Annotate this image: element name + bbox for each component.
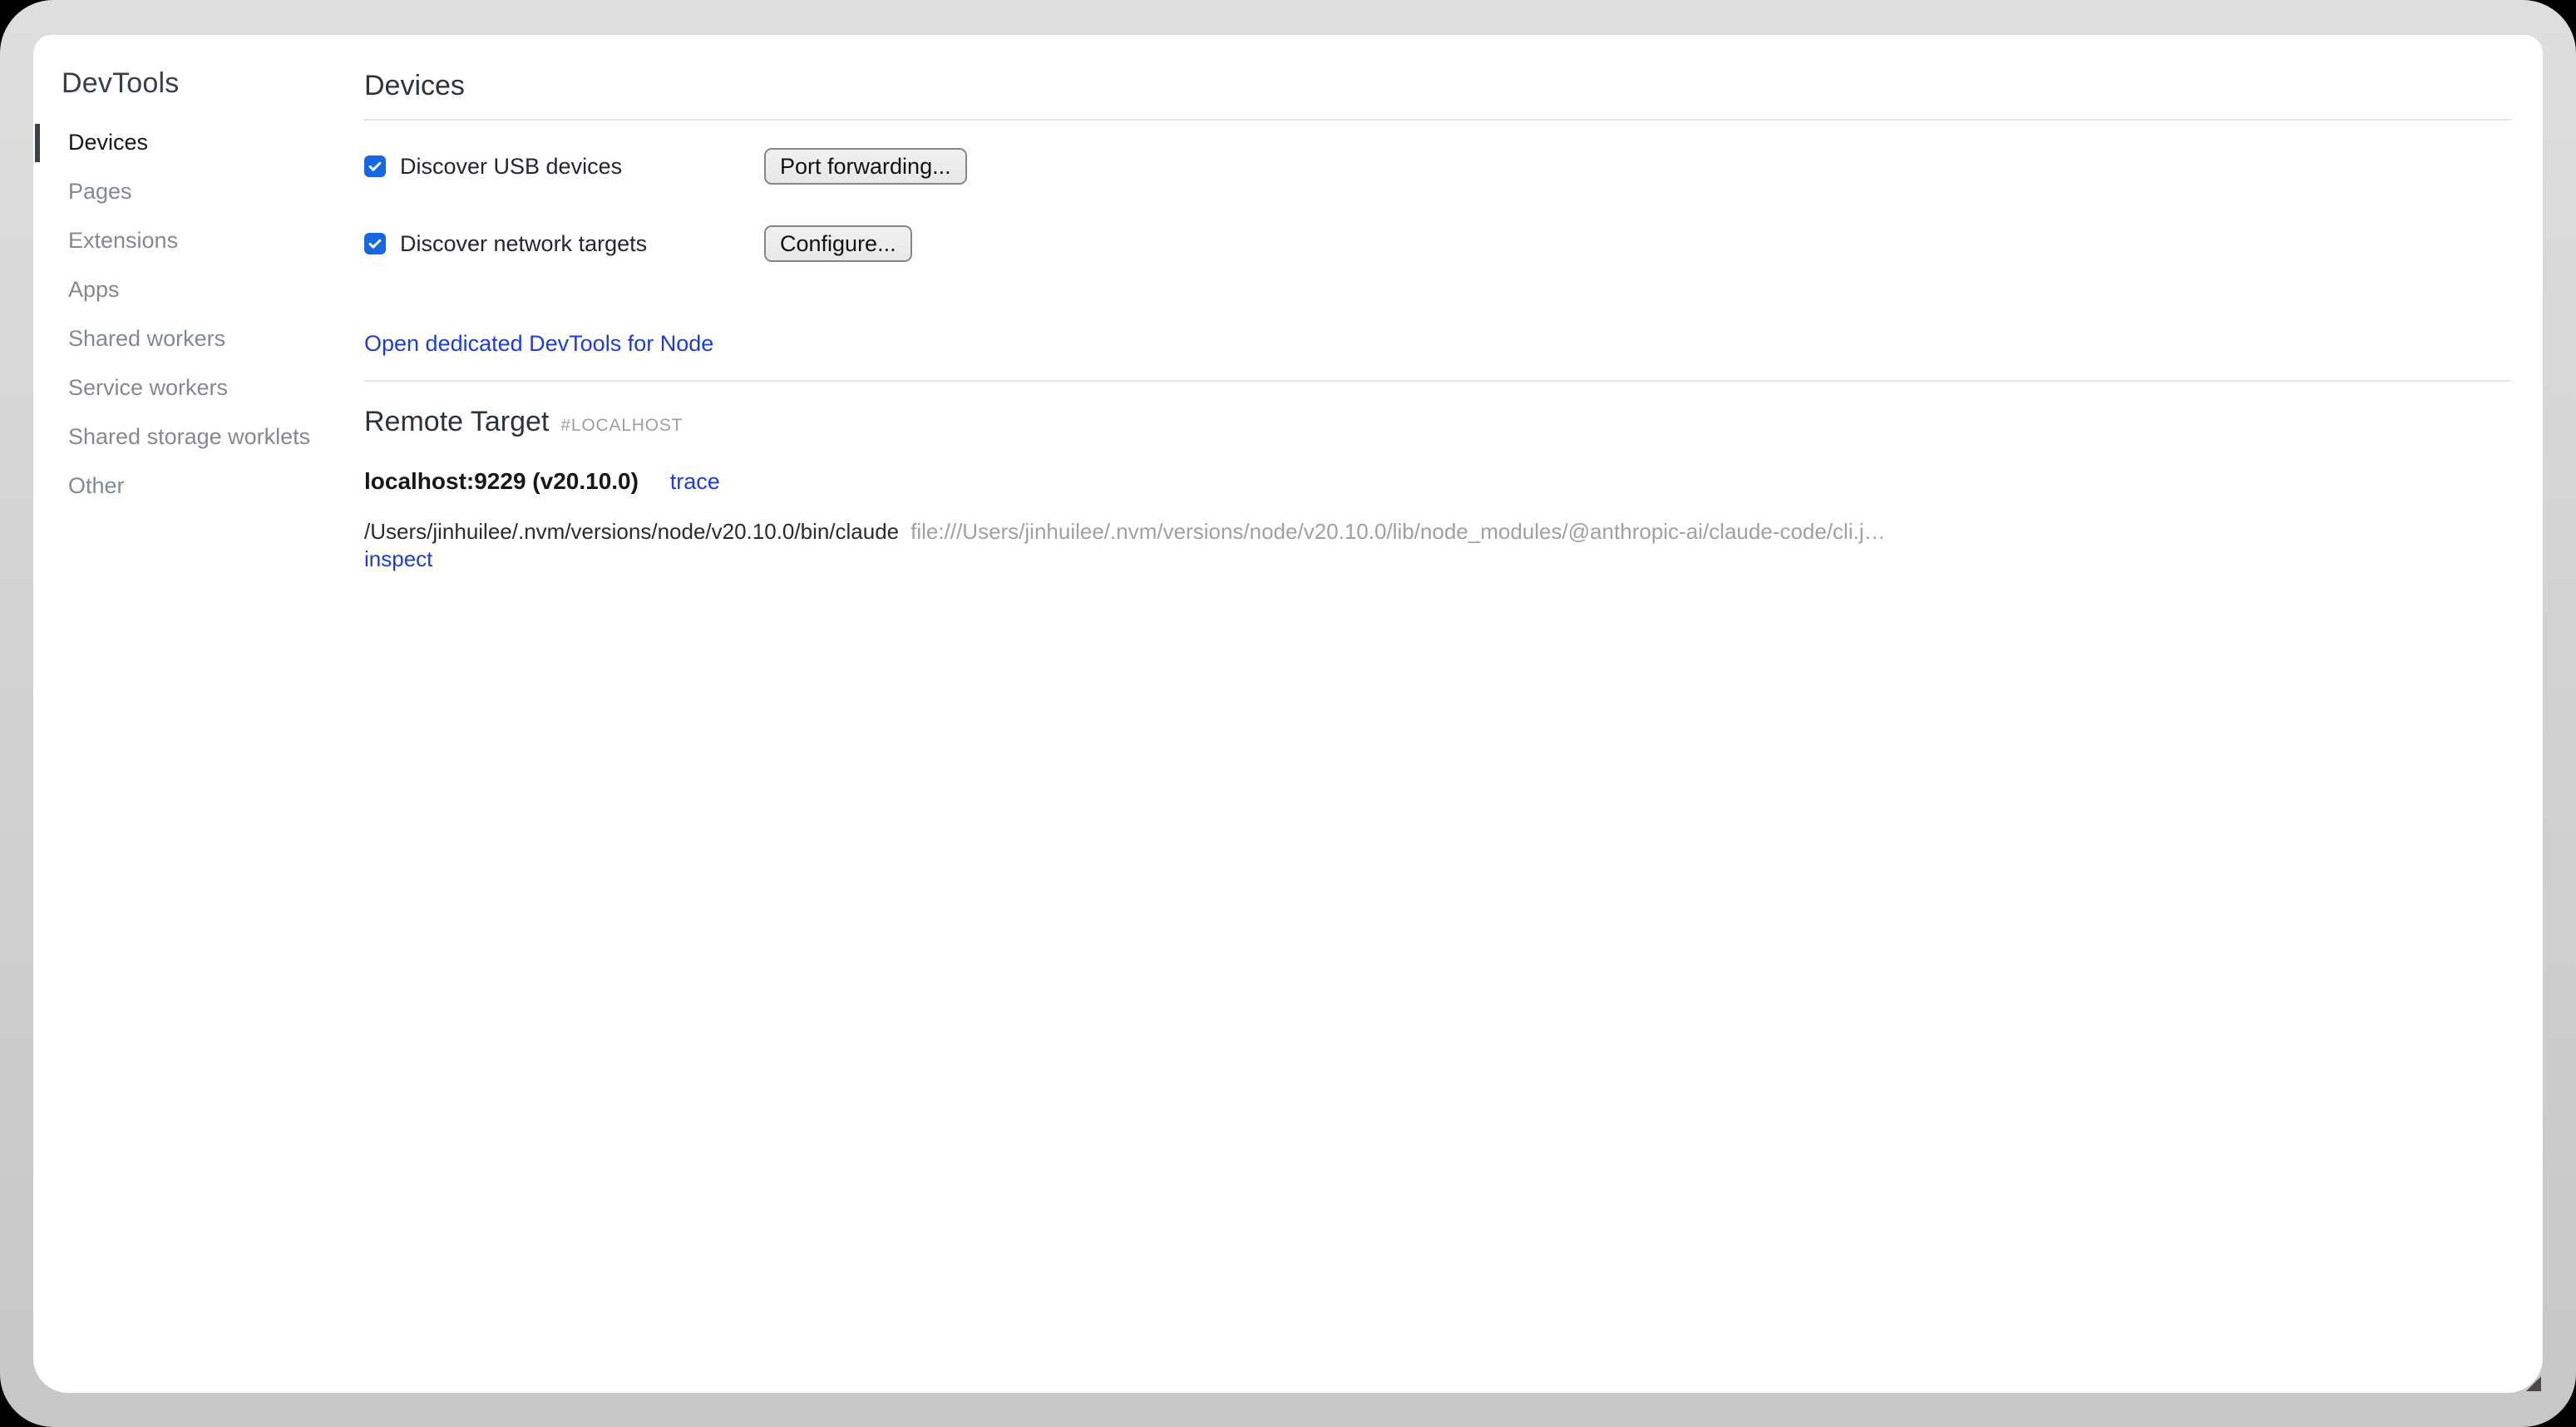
page-title: Devices (364, 67, 2511, 105)
trace-link[interactable]: trace (670, 469, 720, 494)
discover-network-group: Discover network targets (364, 231, 764, 257)
divider (364, 119, 2511, 121)
configure-button[interactable]: Configure... (764, 225, 912, 262)
selected-indicator-bar (35, 124, 40, 162)
discover-usb-row: Discover USB devices Port forwarding... (364, 148, 2511, 185)
node-devtools-link-row: Open dedicated DevTools for Node (364, 331, 2511, 356)
localhost-badge: #LOCALHOST (560, 416, 683, 435)
discover-network-row: Discover network targets Configure... (364, 225, 2511, 262)
checkmark-icon (367, 235, 383, 252)
sidebar-item-label: Pages (68, 179, 132, 204)
discover-network-label: Discover network targets (400, 231, 647, 257)
sidebar-item-shared-workers[interactable]: Shared workers (33, 314, 364, 363)
discover-usb-checkbox[interactable] (364, 156, 386, 177)
discover-usb-group: Discover USB devices (364, 154, 764, 180)
inspect-row: inspect (364, 546, 2511, 573)
sidebar-item-devices[interactable]: Devices (33, 118, 364, 167)
sidebar: DevTools Devices Pages Extensions Apps S… (33, 35, 364, 1393)
sidebar-item-pages[interactable]: Pages (33, 167, 364, 216)
resize-grip-artifact (2526, 1376, 2541, 1391)
main-panel: Devices Discover USB devices Port forwar… (364, 35, 2543, 1393)
discover-usb-label: Discover USB devices (400, 154, 622, 180)
sidebar-item-label: Shared workers (68, 326, 225, 351)
devtools-devices-page: DevTools Devices Pages Extensions Apps S… (33, 35, 2543, 1393)
sidebar-item-label: Service workers (68, 375, 228, 400)
open-node-devtools-link[interactable]: Open dedicated DevTools for Node (364, 331, 713, 356)
sidebar-item-apps[interactable]: Apps (33, 265, 364, 314)
sidebar-item-label: Other (68, 473, 125, 498)
sidebar-item-label: Extensions (68, 228, 178, 253)
target-name: localhost:9229 (v20.10.0) (364, 468, 639, 494)
remote-target-title: Remote Target (364, 406, 549, 437)
divider (364, 380, 2511, 382)
remote-target-heading-row: Remote Target #LOCALHOST (364, 402, 2511, 445)
process-path: /Users/jinhuilee/.nvm/versions/node/v20.… (364, 519, 899, 544)
sidebar-item-extensions[interactable]: Extensions (33, 216, 364, 265)
sidebar-item-other[interactable]: Other (33, 462, 364, 511)
sidebar-item-service-workers[interactable]: Service workers (33, 363, 364, 412)
sidebar-menu: Devices Pages Extensions Apps Shared wor… (33, 118, 364, 511)
target-row: localhost:9229 (v20.10.0) trace (364, 467, 2511, 496)
screen-frame: DevTools Devices Pages Extensions Apps S… (0, 0, 2576, 1427)
target-process-row: /Users/jinhuilee/.nvm/versions/node/v20.… (364, 518, 2511, 546)
sidebar-item-label: Devices (68, 130, 148, 155)
discover-network-checkbox[interactable] (364, 233, 386, 254)
app-title: DevTools (62, 63, 364, 103)
sidebar-item-label: Apps (68, 277, 120, 302)
file-url: file:///Users/jinhuilee/.nvm/versions/no… (910, 519, 1885, 544)
sidebar-item-shared-storage-worklets[interactable]: Shared storage worklets (33, 412, 364, 462)
inspect-link[interactable]: inspect (364, 546, 432, 571)
checkmark-icon (367, 158, 383, 175)
sidebar-item-label: Shared storage worklets (68, 424, 310, 449)
port-forwarding-button[interactable]: Port forwarding... (764, 148, 967, 185)
